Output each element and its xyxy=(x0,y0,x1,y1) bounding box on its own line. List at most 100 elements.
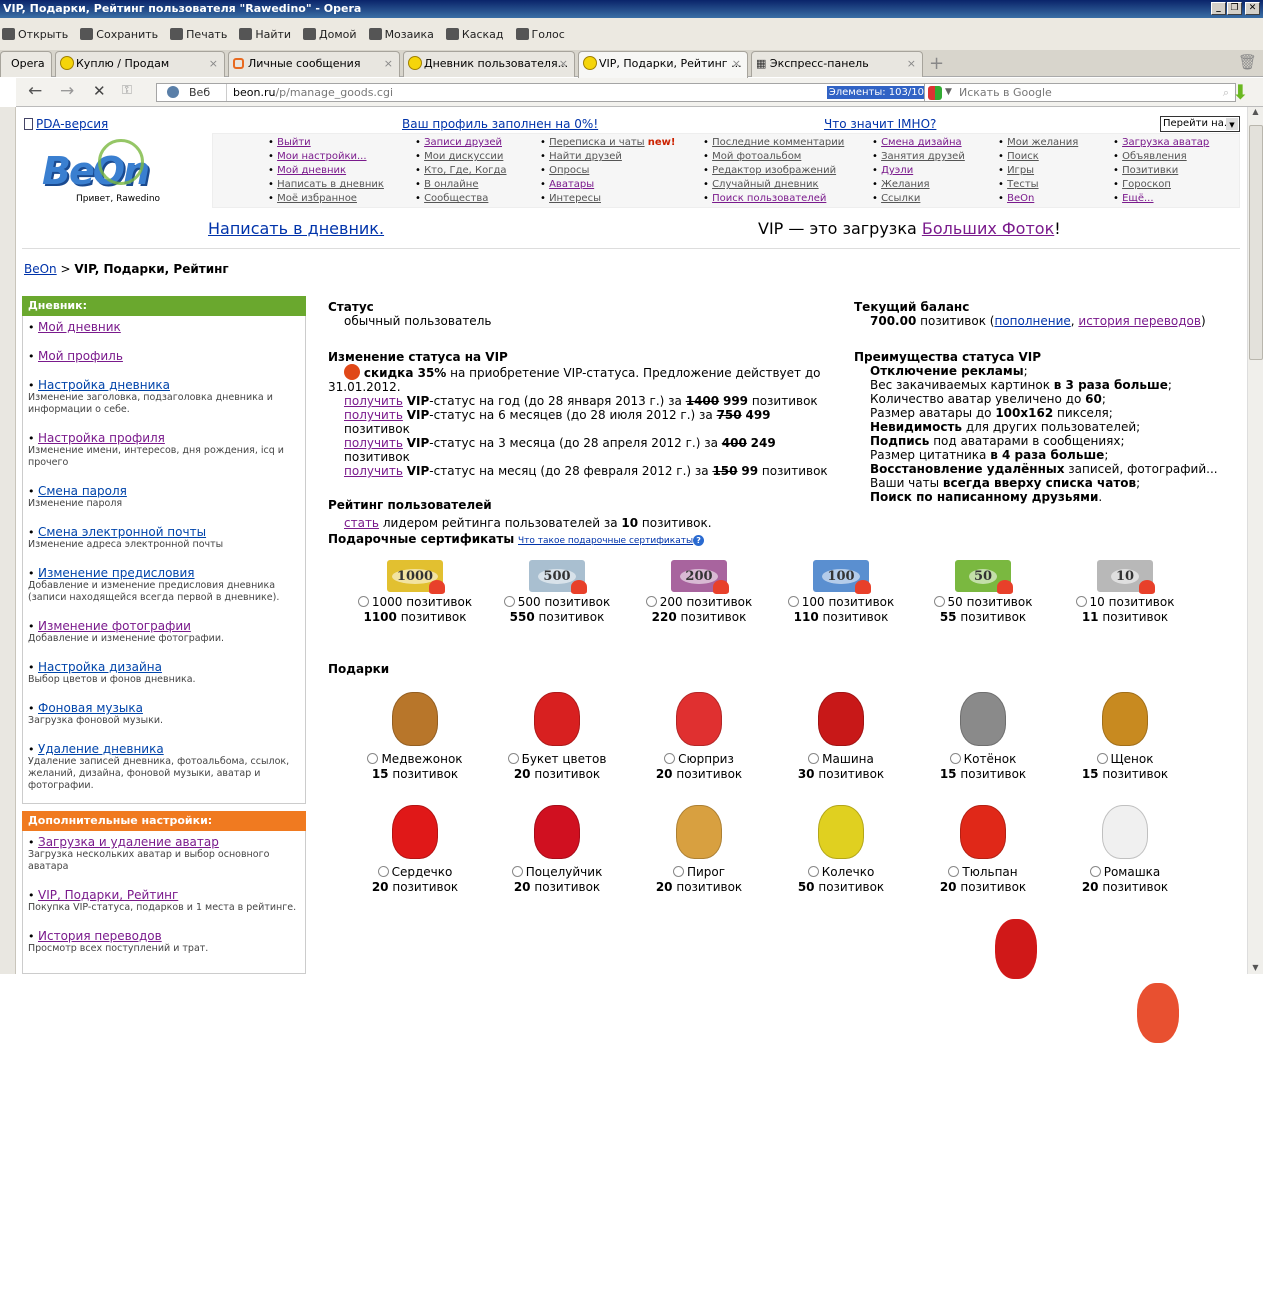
gift-option[interactable]: Котёнок 15 позитивок xyxy=(913,688,1053,782)
nav-link[interactable]: Мои желания xyxy=(1007,137,1078,148)
certificates-help-link[interactable]: Что такое подарочные сертификаты xyxy=(518,536,693,546)
nav-link[interactable]: Желания xyxy=(881,179,930,190)
url-text[interactable]: beon.ru/p/manage_goods.cgi xyxy=(233,84,393,101)
google-search-input[interactable]: ▼ Искать в Google ⌕ xyxy=(924,83,1236,102)
gift-option[interactable]: Колечко 50 позитивок xyxy=(771,801,911,895)
certificate-option[interactable]: 50 50 позитивок 55 позитивок xyxy=(913,560,1053,625)
sidebar-link[interactable]: Настройка дизайна xyxy=(38,660,162,674)
gift-option[interactable]: Ромашка 20 позитивок xyxy=(1055,801,1195,895)
radio-button[interactable] xyxy=(507,753,519,764)
maximize-button[interactable]: ❐ xyxy=(1227,2,1242,15)
become-leader-link[interactable]: стать xyxy=(344,516,379,530)
close-tab-icon[interactable]: × xyxy=(384,52,393,76)
nav-link[interactable]: Мой дневник xyxy=(277,165,346,176)
radio-button[interactable] xyxy=(1089,866,1101,877)
scroll-down-arrow[interactable]: ▼ xyxy=(1248,963,1263,972)
certificate-option[interactable]: 1000 1000 позитивок 1100 позитивок xyxy=(345,560,485,625)
nav-link[interactable]: Поиск xyxy=(1007,151,1039,162)
gift-option[interactable]: Поцелуйчик 20 позитивок xyxy=(487,801,627,895)
key-icon[interactable]: ⚿ xyxy=(122,83,132,98)
certificate-option[interactable]: 200 200 позитивок 220 позитивок xyxy=(629,560,769,625)
close-tab-icon[interactable]: × xyxy=(732,52,741,76)
sidebar-link[interactable]: Смена пароля xyxy=(38,484,127,498)
sidebar-link[interactable]: Изменение предисловия xyxy=(38,566,195,580)
sidebar-link[interactable]: Мой профиль xyxy=(38,349,123,363)
stop-button[interactable]: ✕ xyxy=(93,82,106,100)
address-field[interactable]: Веб beon.ru/p/manage_goods.cgi Элементы:… xyxy=(156,83,928,102)
nav-link[interactable]: Дуэли xyxy=(881,165,913,176)
nav-link[interactable]: Моё избранное xyxy=(277,193,357,204)
toolbar-cascade-button[interactable]: Каскад xyxy=(445,28,504,41)
sidebar-link[interactable]: Загрузка и удаление аватар xyxy=(38,835,219,849)
toolbar-save-button[interactable]: Сохранить xyxy=(80,28,158,41)
radio-button[interactable] xyxy=(672,866,684,877)
imho-link[interactable]: Что значит IMHO? xyxy=(824,117,936,131)
opera-menu-button[interactable]: Opera xyxy=(0,51,52,77)
tab-vip[interactable]: VIP, Подарки, Рейтинг ... × xyxy=(578,51,748,78)
sidebar-link[interactable]: История переводов xyxy=(38,929,162,943)
opera-side-panel[interactable] xyxy=(0,107,16,974)
get-vip-link[interactable]: получить xyxy=(344,436,403,450)
nav-link[interactable]: Переписка и чаты xyxy=(549,137,645,148)
sidebar-link[interactable]: Изменение фотографии xyxy=(38,619,191,633)
sidebar-link[interactable]: Настройка профиля xyxy=(38,431,165,445)
toolbar-print-button[interactable]: Печать xyxy=(170,28,227,41)
nav-link[interactable]: Случайный дневник xyxy=(712,179,819,190)
toolbar-tile-button[interactable]: Мозаика xyxy=(368,28,434,41)
radio-button[interactable] xyxy=(511,866,523,877)
gift-option[interactable]: Машина 30 позитивок xyxy=(771,688,911,782)
sidebar-link[interactable]: Удаление дневника xyxy=(38,742,164,756)
radio-button[interactable] xyxy=(664,753,676,764)
nav-link[interactable]: Смена дизайна xyxy=(881,137,962,148)
gift-option[interactable]: Медвежонок 15 позитивок xyxy=(345,688,485,782)
minimize-button[interactable]: _ xyxy=(1211,2,1226,15)
nav-link[interactable]: Кто, Где, Когда xyxy=(424,165,506,176)
scroll-up-arrow[interactable]: ▲ xyxy=(1248,107,1263,116)
gift-option[interactable]: Тюльпан 20 позитивок xyxy=(913,801,1053,895)
search-icon[interactable]: ⌕ xyxy=(1223,84,1229,101)
tab-diary[interactable]: Дневник пользователя... × xyxy=(403,51,575,77)
get-vip-link[interactable]: получить xyxy=(344,464,403,478)
close-button[interactable]: ✕ xyxy=(1245,2,1260,15)
new-tab-button[interactable]: + xyxy=(929,53,944,74)
nav-link[interactable]: Сообщества xyxy=(424,193,488,204)
nav-link[interactable]: Гороскоп xyxy=(1122,179,1171,190)
radio-button[interactable] xyxy=(808,753,820,764)
goto-select[interactable]: Перейти на... ▼ xyxy=(1160,116,1240,132)
radio-button[interactable] xyxy=(1075,596,1087,607)
nav-link[interactable]: Записи друзей xyxy=(424,137,502,148)
nav-link[interactable]: Объявления xyxy=(1122,151,1187,162)
radio-button[interactable] xyxy=(1096,753,1108,764)
close-tab-icon[interactable]: × xyxy=(209,52,218,76)
radio-button[interactable] xyxy=(933,596,945,607)
gift-option[interactable]: Букет цветов 20 позитивок xyxy=(487,688,627,782)
close-tab-icon[interactable]: × xyxy=(907,52,916,76)
sidebar-link[interactable]: Мой дневник xyxy=(38,320,121,334)
nav-link[interactable]: BeOn xyxy=(1007,193,1034,204)
radio-button[interactable] xyxy=(949,753,961,764)
pda-link[interactable]: PDA-версия xyxy=(36,117,108,131)
nav-link[interactable]: Ещё... xyxy=(1122,193,1153,204)
nav-link[interactable]: Поиск пользователей xyxy=(712,193,826,204)
certificate-option[interactable]: 100 100 позитивок 110 позитивок xyxy=(771,560,911,625)
forward-button[interactable]: → xyxy=(60,81,74,101)
help-icon[interactable]: ? xyxy=(693,535,705,546)
nav-link[interactable]: Аватары xyxy=(549,179,594,190)
nav-link[interactable]: Мои дискуссии xyxy=(424,151,503,162)
write-diary-link[interactable]: Написать в дневник. xyxy=(208,219,384,238)
sidebar-link[interactable]: Фоновая музыка xyxy=(38,701,143,715)
nav-link[interactable]: Последние комментарии xyxy=(712,137,844,148)
vertical-scrollbar[interactable]: ▲ ▼ xyxy=(1247,107,1263,974)
tab-kuplyu[interactable]: Куплю / Продам × xyxy=(55,51,225,77)
get-vip-link[interactable]: получить xyxy=(344,408,403,422)
nav-link[interactable]: Мой фотоальбом xyxy=(712,151,801,162)
nav-link[interactable]: Мои настройки... xyxy=(277,151,366,162)
radio-button[interactable] xyxy=(377,866,389,877)
tab-messages[interactable]: Личные сообщения × xyxy=(228,51,400,77)
radio-button[interactable] xyxy=(645,596,657,607)
tab-speed-dial[interactable]: ▦ Экспресс-панель × xyxy=(751,51,923,77)
transfer-history-link[interactable]: история переводов xyxy=(1078,314,1201,328)
toolbar-home-button[interactable]: Домой xyxy=(303,28,357,41)
nav-link[interactable]: Тесты xyxy=(1007,179,1038,190)
trash-icon[interactable]: 🗑 xyxy=(1238,53,1257,71)
